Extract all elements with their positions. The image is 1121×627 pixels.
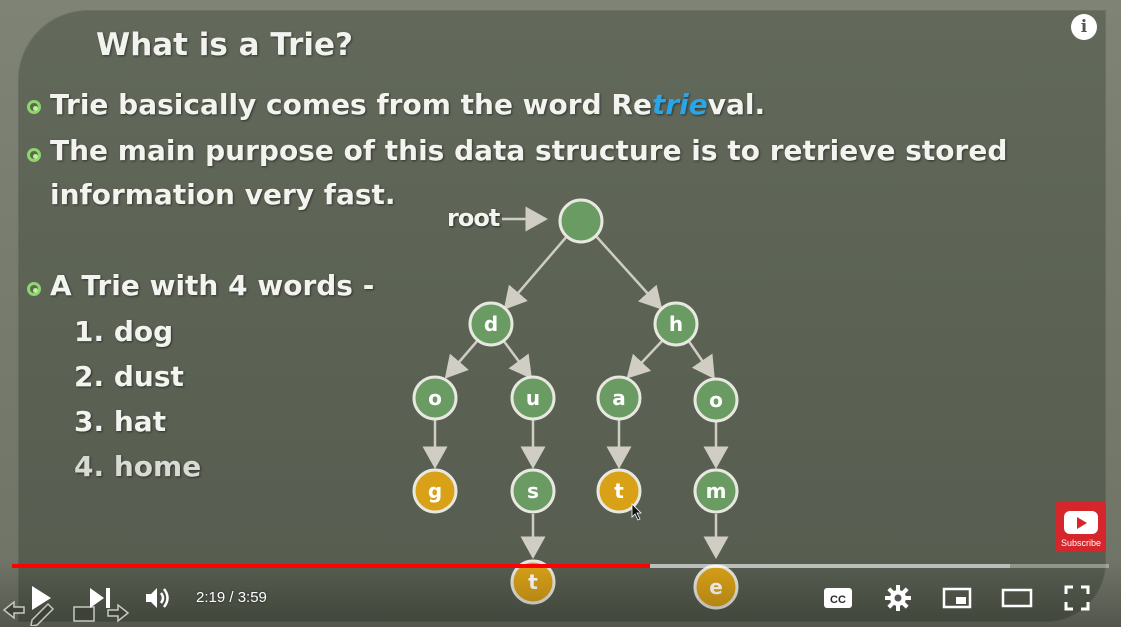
edge-root-d [503,234,569,310]
edge-h-a [626,339,664,379]
miniplayer-icon [942,587,972,609]
play-button[interactable] [26,583,56,613]
skip-next-icon [90,588,110,608]
played-fill [12,564,650,568]
settings-button[interactable] [883,583,913,613]
trie-node-label: a [612,386,626,410]
next-button[interactable] [86,583,114,613]
trie-node-label: u [526,386,540,410]
trie-diagram: d h o u a o g s t m t e [412,198,739,610]
edge-d-u [501,339,532,380]
edge-root-h [594,234,663,310]
gear-icon [885,585,911,611]
mouse-cursor-icon [631,503,642,521]
video-frame[interactable]: What is a Trie? Trie basically comes fro… [0,0,1121,627]
captions-button[interactable]: CC [822,583,854,613]
trie-node-root [558,198,604,244]
trie-node-label: h [669,312,683,336]
trie-node-label: t [614,479,624,503]
edge-d-o [444,339,479,379]
play-icon [32,586,51,610]
fullscreen-button[interactable] [1062,583,1092,613]
trie-node-label: o [709,388,723,412]
trie-node-label: g [428,479,442,503]
time-display: 2:19 / 3:59 [196,589,267,606]
cc-label: CC [830,594,846,606]
trie-node-label: s [527,479,539,503]
theater-mode-icon [1001,588,1033,608]
fullscreen-icon [1064,585,1090,611]
progress-bar[interactable] [12,564,1109,568]
cc-icon: CC [824,588,852,608]
youtube-play-icon [1064,511,1098,534]
subscribe-button[interactable]: Subscribe [1056,502,1106,552]
trie-node-label: o [428,386,442,410]
miniplayer-button[interactable] [941,583,973,613]
trie-node-label: m [706,479,727,503]
volume-button[interactable] [143,583,173,613]
volume-icon [146,588,169,608]
trie-node-label: d [484,312,498,336]
info-icon[interactable]: i [1071,14,1097,40]
subscribe-label: Subscribe [1060,538,1102,548]
edge-h-o [686,339,715,380]
theater-mode-button[interactable] [1000,583,1034,613]
